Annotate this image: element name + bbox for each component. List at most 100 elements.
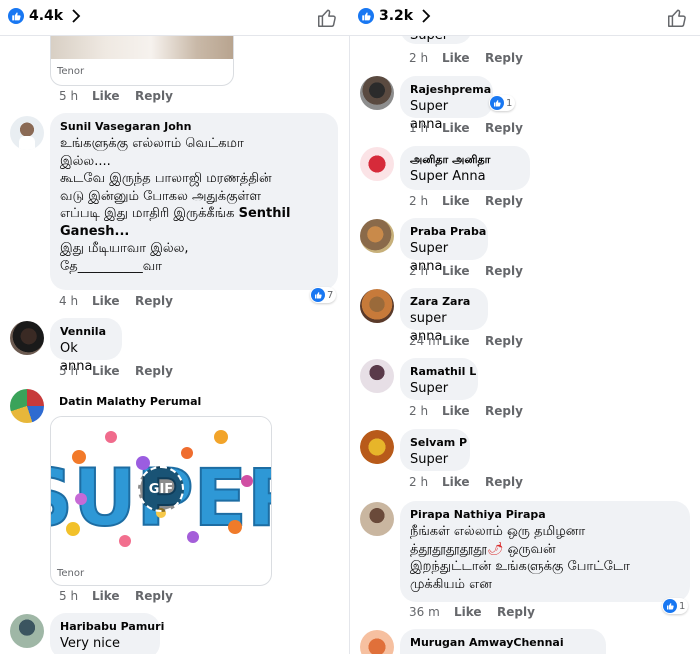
reactions-header: 3.2k xyxy=(350,0,700,36)
commenter-name[interactable]: Sunil Vasegaran John xyxy=(60,119,328,135)
comment-bubble: அனிதா அனிதா Super Anna xyxy=(400,146,530,190)
reply-button[interactable]: Reply xyxy=(485,334,523,348)
avatar[interactable] xyxy=(360,630,394,654)
avatar[interactable] xyxy=(10,116,44,150)
like-button[interactable]: Like xyxy=(442,404,485,418)
comment-text: Super xyxy=(410,452,449,467)
like-button[interactable]: Like xyxy=(442,121,485,135)
right-comments-panel: 3.2k Super 2 h Like Reply Rajeshprema Su… xyxy=(350,0,700,654)
reply-button[interactable]: Reply xyxy=(485,475,523,489)
avatar[interactable] xyxy=(10,389,44,423)
avatar[interactable] xyxy=(10,614,44,648)
like-button[interactable]: Like xyxy=(92,294,135,308)
reactions-summary[interactable]: 3.2k xyxy=(358,8,431,24)
like-button[interactable]: Like xyxy=(454,605,497,619)
like-post-icon[interactable] xyxy=(316,7,338,29)
mention-link[interactable]: Senthil xyxy=(239,206,291,221)
chevron-right-icon xyxy=(72,9,81,23)
comment-text: Super Anna xyxy=(410,169,486,184)
comment-meta: 5 h Like Reply xyxy=(59,364,173,378)
reply-button[interactable]: Reply xyxy=(485,404,523,418)
like-button[interactable]: Like xyxy=(92,89,135,103)
comment-meta: 5 h Like Reply xyxy=(59,89,173,103)
like-button[interactable]: Like xyxy=(442,334,485,348)
avatar[interactable] xyxy=(360,430,394,464)
commenter-name[interactable]: Pirapa Nathiya Pirapa xyxy=(410,507,680,523)
like-reaction-icon xyxy=(311,288,325,302)
left-comments-panel: 4.4k Tenor 5 h Like Reply Sunil Vasegara… xyxy=(0,0,350,654)
commenter-name[interactable]: Praba Praba xyxy=(410,224,486,240)
like-button[interactable]: Like xyxy=(442,475,485,489)
like-button[interactable]: Like xyxy=(442,51,485,65)
reactions-header: 4.4k xyxy=(0,0,350,36)
commenter-name[interactable]: Zara Zara xyxy=(410,294,478,310)
commenter-name[interactable]: Vennila xyxy=(60,324,112,340)
reaction-badge[interactable]: 1 xyxy=(489,95,516,111)
tenor-source: Tenor xyxy=(57,65,85,77)
avatar[interactable] xyxy=(360,289,394,323)
like-post-icon[interactable] xyxy=(666,7,688,29)
reply-button[interactable]: Reply xyxy=(135,294,173,308)
avatar[interactable] xyxy=(360,76,394,110)
gif-card[interactable]: SUPER GIF Tenor xyxy=(50,416,272,586)
comment-meta: 1 h Like Reply xyxy=(409,121,523,135)
commenter-name[interactable]: Selvam P xyxy=(410,435,467,451)
gif-play-badge[interactable]: GIF xyxy=(138,466,184,512)
comment-bubble: Haribabu Pamuri Very nice xyxy=(50,613,164,654)
avatar[interactable] xyxy=(360,147,394,181)
like-button[interactable]: Like xyxy=(442,194,485,208)
comment-meta: 2 h Like Reply xyxy=(409,475,523,489)
reply-button[interactable]: Reply xyxy=(485,264,523,278)
commenter-name[interactable]: Datin Malathy Perumal xyxy=(59,394,201,410)
comment-bubble: Selvam P Super xyxy=(400,429,470,471)
reaction-count: 3.2k xyxy=(379,8,414,24)
comment-meta: 5 h Like Reply xyxy=(59,589,173,603)
reply-button[interactable]: Reply xyxy=(485,194,523,208)
like-reaction-icon xyxy=(8,8,24,24)
comment-meta: 4 h Like Reply xyxy=(59,294,173,308)
comment-bubble: Pirapa Nathiya Pirapa நீங்கள் எல்லாம் ஒர… xyxy=(400,501,690,602)
comment-text: நீங்கள் எல்லாம் ஒரு தமிழனா த்தூதூதூதூதூ🌶 … xyxy=(410,524,630,592)
mention-link[interactable]: Ganesh... xyxy=(60,224,129,239)
like-button[interactable]: Like xyxy=(92,589,135,603)
reply-button[interactable]: Reply xyxy=(497,605,535,619)
reply-button[interactable]: Reply xyxy=(135,89,173,103)
comment-meta: 2 h Like Reply xyxy=(409,264,523,278)
comment-bubble: Murugan AmwayChennai xyxy=(400,629,606,654)
avatar[interactable] xyxy=(10,321,44,355)
comment-meta: 2 h Like Reply xyxy=(409,51,523,65)
commenter-name[interactable]: Haribabu Pamuri xyxy=(60,619,164,635)
reaction-count: 4.4k xyxy=(29,8,64,24)
comment-meta: 24 m Like Reply xyxy=(409,334,523,348)
commenter-name[interactable]: அனிதா அனிதா xyxy=(410,152,520,168)
comment-meta: 2 h Like Reply xyxy=(409,194,523,208)
chevron-right-icon xyxy=(422,9,431,23)
reply-button[interactable]: Reply xyxy=(135,589,173,603)
reply-button[interactable]: Reply xyxy=(485,121,523,135)
comment-meta: 2 h Like Reply xyxy=(409,404,523,418)
commenter-name[interactable]: Rajeshprema xyxy=(410,82,491,98)
commenter-name[interactable]: Murugan AmwayChennai xyxy=(410,635,596,651)
chili-emoji: 🌶 xyxy=(486,541,504,557)
comment-bubble: Vennila Ok anna xyxy=(50,318,122,374)
comment-bubble: Praba Praba Super anna xyxy=(400,218,488,274)
avatar[interactable] xyxy=(360,359,394,393)
reactions-summary[interactable]: 4.4k xyxy=(8,8,81,24)
super-gif-image: SUPER GIF xyxy=(51,417,271,561)
comment-meta: 36 m Like Reply xyxy=(409,605,535,619)
like-button[interactable]: Like xyxy=(442,264,485,278)
avatar[interactable] xyxy=(360,502,394,536)
like-reaction-icon xyxy=(490,96,504,110)
tenor-source: Tenor xyxy=(57,567,85,579)
reply-button[interactable]: Reply xyxy=(485,51,523,65)
commenter-name[interactable]: Ramathil L xyxy=(410,364,476,380)
reaction-badge[interactable]: 7 xyxy=(310,287,337,303)
reaction-badge[interactable]: 1 xyxy=(662,598,689,614)
reply-button[interactable]: Reply xyxy=(135,364,173,378)
avatar[interactable] xyxy=(360,219,394,253)
comment-text: உங்களுக்கு எல்லாம் வெட்கமா இல்ல.... கூடவே … xyxy=(60,136,291,274)
comment-text: Super xyxy=(410,381,449,396)
like-button[interactable]: Like xyxy=(92,364,135,378)
like-reaction-icon xyxy=(663,599,677,613)
like-reaction-icon xyxy=(358,8,374,24)
